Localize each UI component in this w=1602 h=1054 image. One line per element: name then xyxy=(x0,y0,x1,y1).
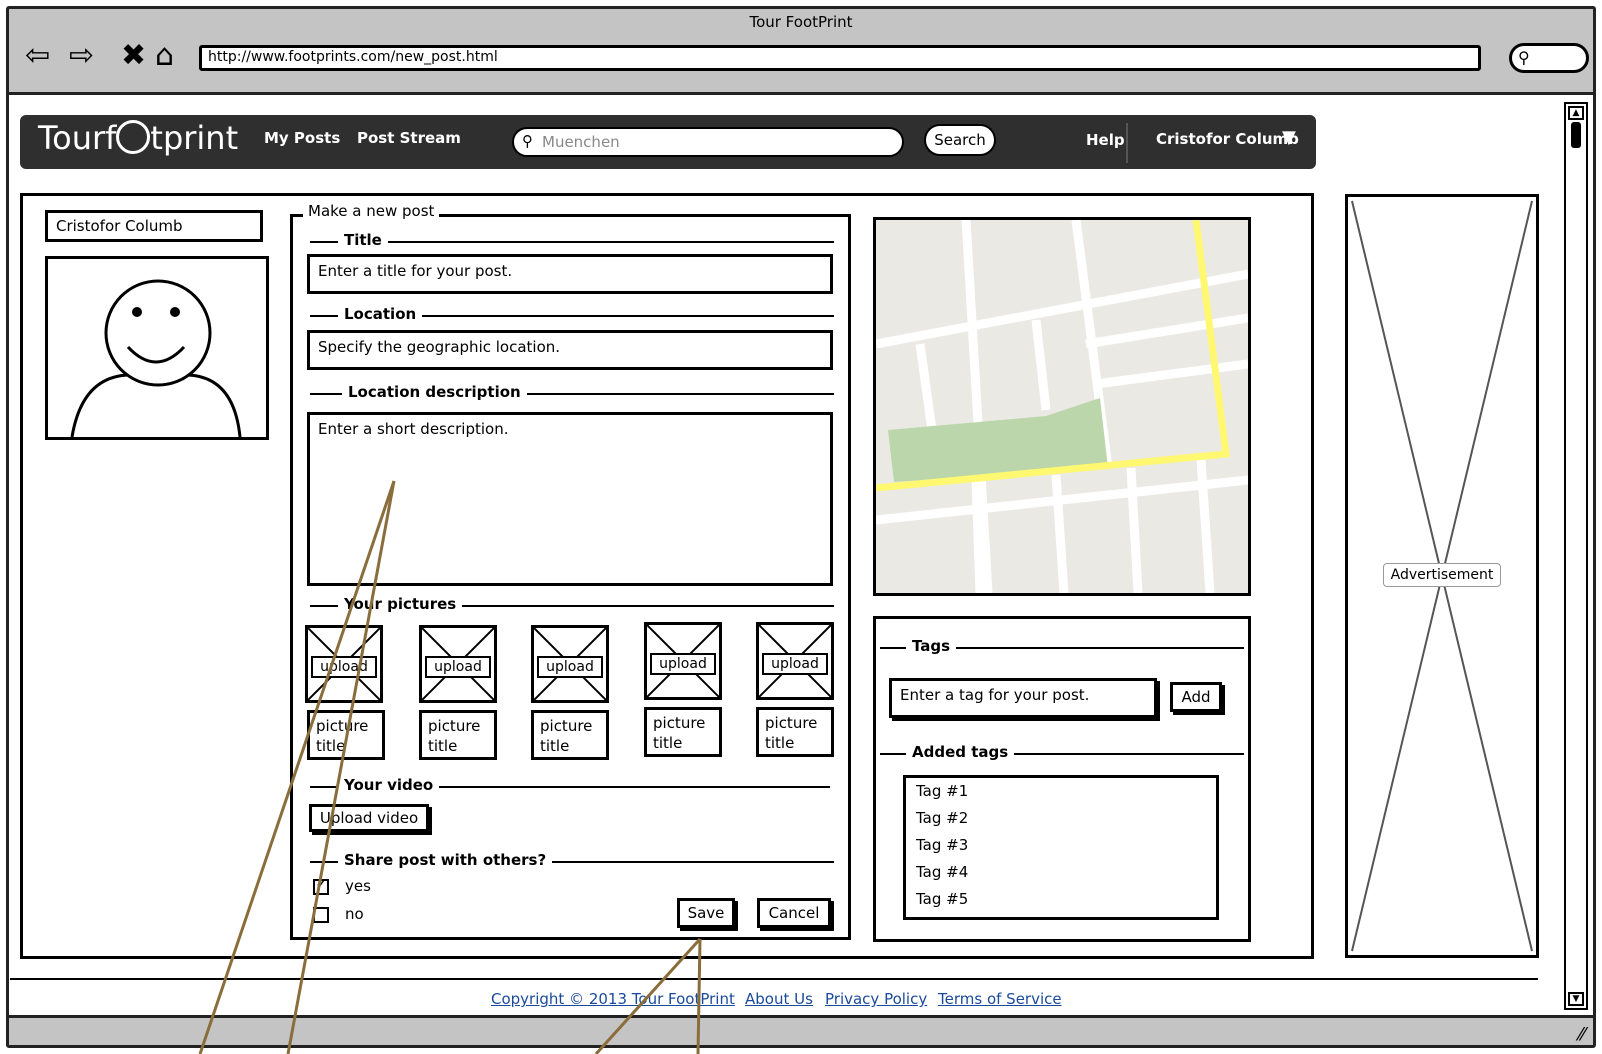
browser-search-field[interactable]: ⚲ xyxy=(1509,43,1589,73)
location-section: Location xyxy=(310,305,834,325)
added-tags-section: Added tags xyxy=(880,743,1244,763)
share-no-checkbox[interactable] xyxy=(313,907,329,923)
nav-post-stream[interactable]: Post Stream xyxy=(357,129,461,147)
tag-item[interactable]: Tag #3 xyxy=(916,836,968,854)
tag-item[interactable]: Tag #5 xyxy=(916,890,968,908)
add-tag-button[interactable]: Add xyxy=(1170,682,1222,712)
profile-name: Cristofor Columb xyxy=(45,210,263,242)
cancel-button[interactable]: Cancel xyxy=(757,898,831,928)
picture-title-field[interactable]: picture title xyxy=(419,710,497,760)
search-button[interactable]: Search xyxy=(924,124,996,156)
title-input[interactable]: Enter a title for your post. xyxy=(307,254,833,294)
chevron-down-icon[interactable]: ▼ xyxy=(1282,127,1296,148)
upload-button[interactable]: upload xyxy=(650,653,716,675)
picture-slot: upload xyxy=(419,625,497,703)
search-icon: ⚲ xyxy=(522,132,533,150)
address-bar[interactable]: http://www.footprints.com/new_post.html xyxy=(199,45,1481,71)
upload-button[interactable]: upload xyxy=(425,656,491,678)
vertical-scrollbar[interactable]: ▲ ▼ xyxy=(1564,102,1588,1010)
terms-of-service-link[interactable]: Terms of Service xyxy=(938,990,1062,1008)
search-icon: ⚲ xyxy=(1518,48,1530,67)
picture-title-field[interactable]: picture title xyxy=(307,710,385,760)
site-logo[interactable]: Tourf tprint xyxy=(38,119,238,157)
advertisement-label: Advertisement xyxy=(1383,563,1501,587)
home-icon[interactable]: ⌂ xyxy=(155,39,174,73)
location-input[interactable]: Specify the geographic location. xyxy=(307,330,833,370)
upload-button[interactable]: upload xyxy=(762,653,828,675)
pictures-section: Your pictures xyxy=(310,595,834,615)
logo-text-prefix: Tourf xyxy=(38,119,117,157)
user-menu[interactable]: Cristofor Columb xyxy=(1156,130,1299,148)
user-avatar-icon xyxy=(70,279,242,437)
nav-divider xyxy=(1126,123,1128,163)
footer-divider xyxy=(10,978,1538,980)
search-input[interactable]: ⚲ Muenchen xyxy=(512,127,904,157)
share-section: Share post with others? xyxy=(310,851,834,871)
picture-title-field[interactable]: picture title xyxy=(531,710,609,760)
map-graphic xyxy=(876,220,1248,593)
location-map[interactable] xyxy=(873,217,1251,596)
search-placeholder: Muenchen xyxy=(542,133,620,151)
title-section: Title xyxy=(310,231,834,251)
picture-slot: upload xyxy=(756,622,834,700)
tag-item[interactable]: Tag #1 xyxy=(916,782,968,800)
location-description-textarea[interactable]: Enter a short description. xyxy=(307,412,833,586)
forward-arrow-icon[interactable]: ⇨ xyxy=(69,39,94,73)
resize-grip-icon[interactable]: ⁄⁄ xyxy=(1579,1024,1585,1045)
form-legend: Make a new post xyxy=(303,202,440,220)
privacy-policy-link[interactable]: Privacy Policy xyxy=(825,990,927,1008)
picture-slot: upload xyxy=(644,622,722,700)
picture-title-field[interactable]: picture title xyxy=(756,707,834,757)
scroll-down-icon[interactable]: ▼ xyxy=(1568,992,1584,1006)
upload-button[interactable]: upload xyxy=(537,656,603,678)
top-navbar: Tourf tprint My Posts Post Stream ⚲ Muenc… xyxy=(20,115,1316,169)
about-us-link[interactable]: About Us xyxy=(745,990,813,1008)
share-yes-label: yes xyxy=(345,877,371,895)
browser-titlebar: Tour FootPrint ⇦ ⇨ ✖ ⌂ http://www.footpr… xyxy=(9,9,1593,95)
footprint-icon xyxy=(116,120,151,154)
upload-video-button[interactable]: Upload video xyxy=(309,804,429,832)
picture-slot: upload xyxy=(305,625,383,703)
back-arrow-icon[interactable]: ⇦ xyxy=(25,39,50,73)
stop-icon[interactable]: ✖ xyxy=(121,39,146,73)
window-title: Tour FootPrint xyxy=(749,13,853,31)
copyright-link[interactable]: Copyright © 2013 Tour FootPrint xyxy=(491,990,735,1008)
save-button[interactable]: Save xyxy=(677,898,735,928)
logo-text-suffix: tprint xyxy=(150,119,239,157)
tag-item[interactable]: Tag #4 xyxy=(916,863,968,881)
upload-button[interactable]: upload xyxy=(311,656,377,678)
checkmark-icon: ✓ xyxy=(315,874,329,893)
share-no-label: no xyxy=(345,905,364,923)
scrollbar-thumb[interactable] xyxy=(1571,122,1581,148)
share-yes-checkbox[interactable]: ✓ xyxy=(313,874,329,895)
tags-section: Tags xyxy=(880,637,1244,657)
picture-slot: upload xyxy=(531,625,609,703)
nav-my-posts[interactable]: My Posts xyxy=(264,129,340,147)
added-tags-list: Tag #1 Tag #2 Tag #3 Tag #4 Tag #5 xyxy=(903,775,1219,920)
avatar xyxy=(45,256,269,440)
location-description-section: Location description xyxy=(310,383,834,403)
browser-statusbar: ⁄⁄ xyxy=(9,1015,1593,1045)
nav-help[interactable]: Help xyxy=(1086,131,1125,149)
tag-item[interactable]: Tag #2 xyxy=(916,809,968,827)
scroll-up-icon[interactable]: ▲ xyxy=(1568,106,1584,120)
video-section: Your video xyxy=(310,776,830,796)
tag-input[interactable]: Enter a tag for your post. xyxy=(889,678,1157,718)
picture-title-field[interactable]: picture title xyxy=(644,707,722,757)
